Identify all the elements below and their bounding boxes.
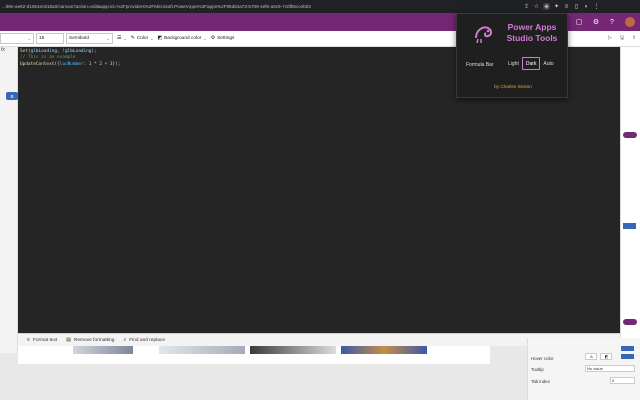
token-punct: ); (91, 49, 97, 54)
theme-option-light[interactable]: Light (505, 57, 522, 70)
search-icon: ⌕ (123, 337, 127, 343)
chameleon-logo-icon (475, 26, 492, 44)
remove-formatting-label: Remove formatting (73, 337, 115, 343)
toggle-switch[interactable] (623, 132, 637, 138)
fill-color-button[interactable]: ◩ (600, 353, 612, 360)
notification-icon[interactable]: ▢ (574, 17, 584, 27)
tooltip-input[interactable]: No value (585, 365, 635, 372)
property-select[interactable]: ⌄ (0, 33, 34, 44)
fx-label: fx (1, 47, 5, 53)
address-bar[interactable]: ...98e-ae82-d1054ec816a0/canvas?action=e… (0, 4, 520, 9)
background-color-button[interactable]: ◩ Background color ⌄ (158, 36, 207, 41)
left-panel: fx B (0, 47, 18, 353)
avatar[interactable] (625, 17, 635, 27)
puzzle-icon[interactable]: ✦ (553, 3, 560, 10)
canvas-button-preview[interactable]: B (6, 92, 18, 100)
properties-panel-lower: Hover color A ◩ Tooltip No value Tab ind… (527, 338, 640, 400)
media-icon[interactable]: ≡ (563, 3, 570, 10)
help-icon[interactable]: ? (607, 17, 617, 27)
hover-color-label: Hover color (531, 356, 554, 361)
paint-icon: ✎ (130, 36, 135, 41)
profile-icon[interactable]: ◐ (583, 3, 590, 10)
settings-label: Settings (217, 36, 235, 41)
remove-format-icon: ▤ (66, 337, 71, 343)
font-weight-value: Semibold (69, 36, 89, 41)
share-icon[interactable]: ⇪ (523, 3, 530, 10)
hover-color-swatch[interactable] (621, 354, 634, 359)
token-function: Set (20, 49, 28, 54)
token-variable: glbLoading (30, 49, 58, 54)
toolbar-right-icons: ▷ 🖫 ⇪ (608, 35, 636, 43)
settings-icon[interactable]: ⚙ (591, 17, 601, 27)
text-color-button[interactable]: A (585, 353, 597, 360)
color-label: Color (136, 36, 149, 41)
studio-tools-popup: Power Apps Studio Tools Formula Bar Ligh… (456, 13, 568, 98)
tab-index-input[interactable]: 0 (610, 377, 635, 384)
format-icon: ≡ (27, 337, 30, 343)
align-icon: ☰ (117, 36, 122, 41)
extension-icon[interactable]: ◈ (543, 3, 550, 10)
color-swatch[interactable] (623, 223, 636, 229)
remove-formatting-button[interactable]: ▤ Remove formatting (66, 337, 114, 343)
popup-title: Power Apps Studio Tools (496, 22, 568, 44)
play-icon[interactable]: ▷ (608, 36, 612, 41)
token-expression: : 1 * 2 + 3}); (83, 61, 121, 67)
publish-icon[interactable]: ⇪ (632, 36, 636, 41)
tooltip-label: Tooltip (531, 367, 544, 372)
align-button[interactable]: ☰ ⌄ (117, 36, 127, 41)
gallery-image[interactable] (341, 346, 427, 354)
sidebar-icon[interactable]: ▯ (573, 3, 580, 10)
font-size-input[interactable]: 15 (36, 33, 64, 44)
font-size-value: 15 (39, 36, 45, 41)
tab-index-label: Tab index (531, 379, 550, 384)
formula-bar-label: Formula Bar (466, 62, 494, 68)
popup-title-line2: Studio Tools (506, 33, 558, 43)
popup-title-line1: Power Apps (507, 22, 557, 32)
font-weight-select[interactable]: Semibold ⌄ (66, 33, 113, 44)
theme-selector: Light Dark Auto (505, 57, 557, 70)
canvas-area (18, 346, 490, 364)
credit-link[interactable]: by Charles Sexton (457, 84, 569, 89)
token-identifier: locNumber (59, 61, 84, 67)
browser-bar: ...98e-ae82-d1054ec816a0/canvas?action=e… (0, 0, 640, 13)
settings-button[interactable]: ⚙ Settings (211, 36, 235, 41)
find-replace-label: Find and replace (129, 337, 165, 343)
background-color-label: Background color (164, 36, 202, 41)
toggle-switch[interactable] (623, 319, 637, 325)
star-icon[interactable]: ☆ (533, 3, 540, 10)
menu-icon[interactable]: ⋮ (593, 3, 600, 10)
token-comment: // This is an example (20, 55, 76, 61)
format-text-button[interactable]: ≡ Format text (27, 337, 57, 343)
token-function: UpdateContext (20, 61, 55, 67)
format-text-label: Format text (32, 337, 58, 343)
token-variable: !glbLoading (62, 49, 92, 54)
gallery-image[interactable] (250, 346, 336, 354)
properties-panel (620, 47, 640, 353)
theme-option-dark[interactable]: Dark (521, 57, 541, 70)
theme-option-auto[interactable]: Auto (540, 57, 556, 70)
color-swatch[interactable] (621, 346, 634, 351)
color-button[interactable]: ✎ Color ⌄ (131, 36, 154, 41)
fill-icon: ◩ (157, 36, 163, 41)
save-icon[interactable]: 🖫 (620, 35, 624, 43)
gallery-image[interactable] (73, 346, 133, 354)
gallery-image[interactable] (159, 346, 245, 354)
find-replace-button[interactable]: ⌕ Find and replace (123, 337, 165, 343)
gear-icon: ⚙ (210, 36, 216, 41)
